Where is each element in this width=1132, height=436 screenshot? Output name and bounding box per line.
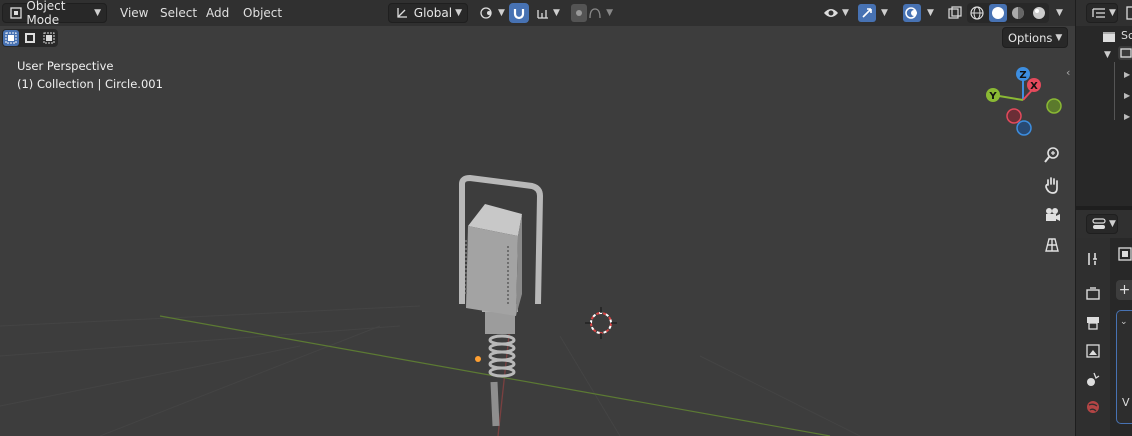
expand-arrow-icon[interactable]: ▶: [1124, 112, 1130, 121]
shading-modes: [967, 3, 1049, 23]
snap-toggle[interactable]: [509, 3, 529, 23]
grid-view-icon[interactable]: [1039, 232, 1065, 258]
viewport-header: Object Mode ▼ View Select Add Object Glo…: [0, 0, 1075, 27]
outliner-header: ▼: [1076, 0, 1132, 26]
pan-hand-icon[interactable]: [1039, 172, 1065, 198]
chevron-down-icon: ▼: [94, 8, 101, 18]
snap-increment-icon: [536, 4, 550, 22]
3d-cursor: [585, 307, 617, 339]
shading-options-chevron-icon[interactable]: ▼: [1056, 8, 1063, 18]
navigation-gizmo[interactable]: Z X Y: [980, 62, 1070, 142]
tool-icon[interactable]: [1082, 248, 1104, 270]
chevron-down-icon: ▼: [498, 8, 505, 18]
properties-header: ▼: [1076, 210, 1132, 238]
render-icon[interactable]: [1082, 283, 1104, 305]
shading-material-icon[interactable]: [1009, 4, 1027, 22]
scene-collection-label: Sc: [1121, 29, 1132, 42]
collection-row[interactable]: [1118, 46, 1132, 60]
chevron-down-icon: ▼: [927, 8, 934, 18]
properties-list-panel[interactable]: ⌄ V: [1116, 310, 1132, 424]
overlay-icon: [903, 4, 921, 22]
chevron-down-icon: ▼: [1109, 8, 1116, 18]
properties-partial-label: V: [1122, 396, 1130, 409]
mode-selector[interactable]: Object Mode ▼: [2, 0, 107, 27]
object-mode-icon: [8, 4, 23, 22]
expand-arrow-icon[interactable]: ▶: [1124, 91, 1130, 100]
gizmo-axis-x: X: [1030, 81, 1038, 92]
menu-select[interactable]: Select: [160, 3, 197, 23]
display-mode-icon[interactable]: [1122, 4, 1132, 22]
falloff-curve-icon: [587, 4, 603, 22]
overlay-toggle[interactable]: ▼: [898, 3, 940, 23]
transform-orientation-dropdown[interactable]: Global ▼: [388, 3, 468, 23]
editor-type-icon: [1092, 4, 1106, 22]
pivot-icon: [479, 4, 495, 22]
select-mode-buttons: [2, 29, 58, 47]
visibility-dropdown[interactable]: ▼: [818, 3, 852, 23]
world-icon[interactable]: [1082, 396, 1104, 418]
shading-solid-icon[interactable]: [988, 4, 1007, 22]
chevron-down-icon: ▼: [553, 8, 560, 18]
tree-line: [1114, 62, 1115, 120]
chevron-down-icon: ▼: [455, 8, 462, 18]
orientation-label: Global: [413, 6, 453, 20]
scene-collection-icon: [1100, 28, 1118, 46]
properties-editor-type[interactable]: ▼: [1086, 214, 1118, 234]
outliner-editor-type[interactable]: ▼: [1086, 3, 1118, 23]
transform-orientation-icon: [394, 4, 410, 22]
menu-object[interactable]: Object: [243, 3, 282, 23]
select-extend-icon[interactable]: [22, 30, 38, 46]
chevron-down-icon: ▼: [1055, 32, 1063, 43]
snap-icon: [510, 4, 528, 22]
output-icon[interactable]: [1082, 312, 1104, 334]
expand-arrow-icon[interactable]: ▶: [1124, 70, 1130, 79]
zoom-icon[interactable]: [1039, 142, 1065, 168]
menu-view[interactable]: View: [120, 3, 148, 23]
outliner-body: Sc ▼ ▶ ▶ ▶: [1076, 26, 1132, 206]
gizmo-icon: [858, 4, 876, 22]
proportional-editing[interactable]: ▼: [566, 3, 618, 23]
view-perspective-label: User Perspective: [17, 59, 114, 73]
microphone-model: [459, 174, 544, 427]
properties-tabs: [1076, 238, 1110, 436]
origin-point: [475, 356, 481, 362]
scene-icon[interactable]: [1082, 368, 1104, 390]
properties-type-icon: [1092, 215, 1106, 233]
select-box-icon[interactable]: [3, 30, 20, 46]
chevron-down-icon: ▼: [606, 8, 613, 18]
3d-viewport[interactable]: User Perspective (1) Collection | Circle…: [0, 26, 1075, 436]
right-panels: ▼ Sc ▼ ▶ ▶ ▶ ▼ + ⌄ V: [1075, 0, 1132, 436]
options-label: Options: [1008, 30, 1053, 45]
gizmo-toggle[interactable]: ▼: [853, 3, 893, 23]
visibility-icon: [823, 4, 839, 22]
proportional-editing-icon: [571, 4, 588, 22]
add-icon[interactable]: +: [1116, 280, 1132, 300]
chevron-down-icon[interactable]: ⌄: [1120, 317, 1128, 327]
menu-add[interactable]: Add: [206, 3, 229, 23]
chevron-down-icon: ▼: [881, 8, 888, 18]
mode-label: Object Mode: [26, 0, 66, 27]
shading-rendered-icon[interactable]: [1030, 4, 1048, 22]
gizmo-axis-z: Z: [1019, 70, 1026, 81]
expand-arrow-icon[interactable]: ▼: [1104, 50, 1111, 60]
object-tab-icon[interactable]: [1114, 243, 1132, 265]
view-layer-icon[interactable]: [1082, 340, 1104, 362]
options-dropdown[interactable]: Options ▼: [1002, 27, 1068, 48]
xray-icon[interactable]: [946, 4, 964, 22]
pivot-point-dropdown[interactable]: ▼: [474, 3, 508, 23]
active-object-label: (1) Collection | Circle.001: [17, 77, 163, 91]
chevron-down-icon: ▼: [1109, 219, 1116, 229]
properties-body: + ⌄ V: [1076, 238, 1132, 436]
shading-wire-icon[interactable]: [968, 4, 986, 22]
gizmo-axis-y: Y: [988, 91, 997, 102]
snap-target-dropdown[interactable]: ▼: [531, 3, 561, 23]
select-subtract-icon[interactable]: [41, 30, 57, 46]
camera-icon[interactable]: [1039, 202, 1065, 228]
chevron-down-icon: ▼: [842, 8, 849, 18]
